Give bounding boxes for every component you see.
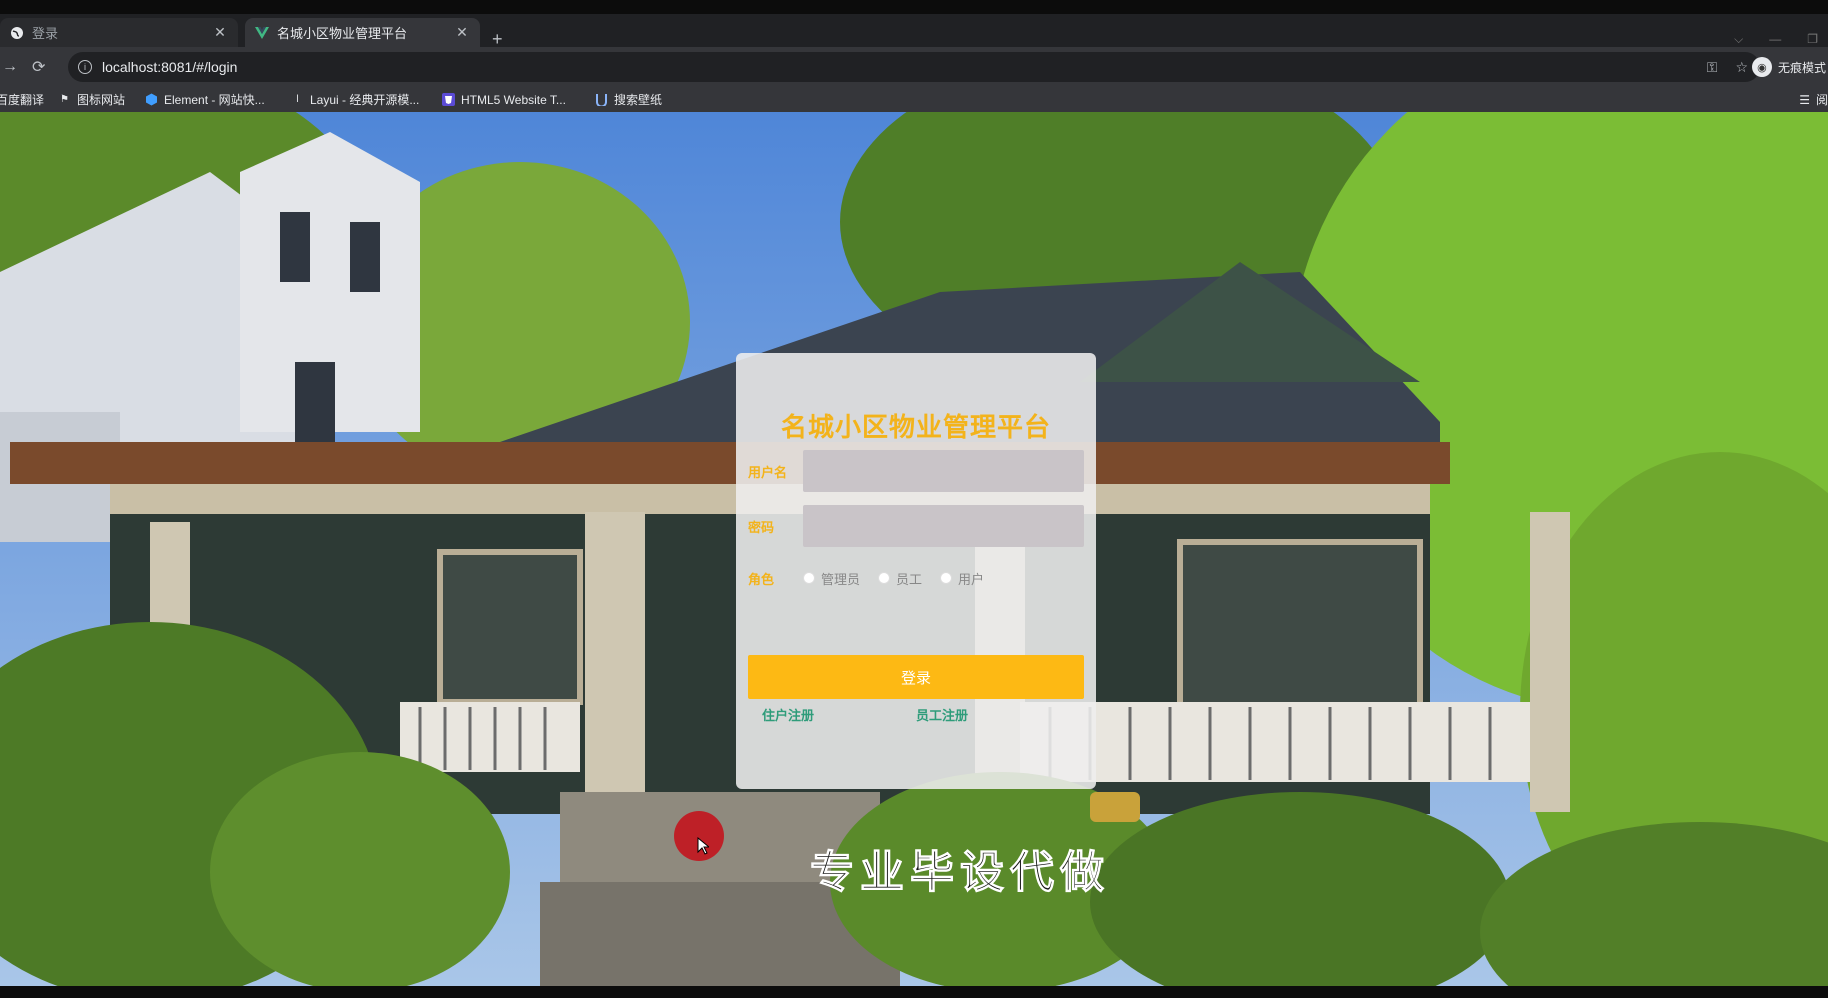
bookmark-label: 百度翻译 xyxy=(0,93,45,107)
username-label: 用户名 xyxy=(748,464,788,480)
close-tab-icon[interactable]: ✕ xyxy=(212,24,228,41)
tab-title: 名城小区物业管理平台 xyxy=(277,26,408,41)
role-radio-admin[interactable]: 管理员 xyxy=(803,569,860,588)
role-option-label: 管理员 xyxy=(821,571,861,587)
url-text: localhost:8081/#/login xyxy=(102,59,238,75)
wallpaper-icon xyxy=(595,93,608,106)
password-row: 密码 xyxy=(748,505,1084,547)
info-icon[interactable]: i xyxy=(78,60,92,74)
html5-icon xyxy=(442,93,455,106)
bookmark-item[interactable]: HTML5 Website T... xyxy=(442,87,566,112)
bookmark-label: 图标网站 xyxy=(77,93,126,107)
window-top-band xyxy=(0,0,1828,14)
bookmark-item[interactable]: 百度翻译 xyxy=(0,87,44,112)
reload-icon[interactable]: ⟳ xyxy=(32,47,45,87)
vue-icon xyxy=(255,26,269,40)
address-bar[interactable]: i localhost:8081/#/login ⚿ ☆ xyxy=(68,52,1760,82)
password-label: 密码 xyxy=(748,519,775,535)
element-icon xyxy=(145,93,158,106)
role-label: 角色 xyxy=(748,571,775,587)
tab-login[interactable]: 登录 ✕ xyxy=(0,18,238,47)
bookmarks-bar: 百度翻译 ⚑ 图标网站 Element - 网站快... l Layui - 经… xyxy=(0,87,1828,113)
login-card: 名城小区物业管理平台 用户名 密码 角色 管理员 员工 用户 登录 住户注册 员… xyxy=(736,353,1096,789)
flag-icon: ⚑ xyxy=(60,94,69,105)
role-radio-group: 管理员 员工 用户 xyxy=(803,569,984,588)
resident-register-link[interactable]: 住户注册 xyxy=(762,705,814,724)
restore-icon[interactable]: ❐ xyxy=(1807,32,1818,47)
bookmark-item[interactable]: ⚑ 图标网站 xyxy=(58,87,125,112)
bookmark-label: 搜索壁纸 xyxy=(614,93,663,107)
mouse-cursor-icon xyxy=(697,837,709,855)
globe-icon xyxy=(10,26,24,40)
staff-register-link[interactable]: 员工注册 xyxy=(916,705,968,724)
close-tab-icon[interactable]: ✕ xyxy=(454,24,470,41)
reading-list-label: 阅 xyxy=(1815,93,1828,107)
profile-label: 无痕模式 xyxy=(1777,60,1826,75)
role-option-label: 员工 xyxy=(896,571,923,587)
radio-circle-icon xyxy=(878,572,891,584)
key-icon[interactable]: ⚿ xyxy=(1707,59,1718,76)
login-button[interactable]: 登录 xyxy=(748,655,1084,699)
username-input[interactable] xyxy=(803,450,1084,492)
password-input[interactable] xyxy=(803,505,1084,547)
window-bottom-band xyxy=(0,986,1828,998)
username-row: 用户名 xyxy=(748,450,1084,492)
back-arrow-icon[interactable]: → xyxy=(2,47,18,87)
radio-circle-icon xyxy=(803,572,815,584)
radio-circle-icon xyxy=(940,572,953,584)
new-tab-icon[interactable]: + xyxy=(492,30,503,48)
browser-toolbar: → ⟳ i localhost:8081/#/login ⚿ ☆ ◉ 无痕模式 xyxy=(0,47,1828,87)
bookmark-item[interactable]: Element - 网站快... xyxy=(145,87,265,112)
role-radio-user[interactable]: 用户 xyxy=(940,569,984,588)
tab-strip: 登录 ✕ 名城小区物业管理平台 ✕ + ⌵ — ❐ xyxy=(0,14,1828,48)
star-icon[interactable]: ☆ xyxy=(1735,59,1748,76)
minimize-icon[interactable]: — xyxy=(1769,32,1781,47)
layui-icon: l xyxy=(296,94,299,105)
bookmark-label: Layui - 经典开源模... xyxy=(310,93,420,107)
reading-list-icon: ☰ xyxy=(1799,92,1810,107)
tab-title: 登录 xyxy=(32,26,59,41)
video-caption: 专业毕设代做 xyxy=(810,847,1110,899)
role-option-label: 用户 xyxy=(958,571,985,587)
window-controls: ⌵ — ❐ xyxy=(1734,32,1818,47)
role-radio-staff[interactable]: 员工 xyxy=(878,569,922,588)
tab-platform[interactable]: 名城小区物业管理平台 ✕ xyxy=(245,18,480,47)
incognito-profile[interactable]: ◉ 无痕模式 xyxy=(1751,47,1828,87)
page-title: 名城小区物业管理平台 xyxy=(780,412,1051,442)
bookmark-item[interactable]: l Layui - 经典开源模... xyxy=(291,87,419,112)
role-row: 角色 管理员 员工 用户 xyxy=(748,557,1084,599)
bookmark-label: HTML5 Website T... xyxy=(461,92,566,107)
bookmark-label: Element - 网站快... xyxy=(164,93,265,107)
chevron-down-icon[interactable]: ⌵ xyxy=(1734,32,1743,47)
incognito-icon: ◉ xyxy=(1751,57,1772,77)
reading-list[interactable]: ☰ 阅 xyxy=(1799,87,1828,112)
bookmark-item[interactable]: 搜索壁纸 xyxy=(595,87,662,112)
